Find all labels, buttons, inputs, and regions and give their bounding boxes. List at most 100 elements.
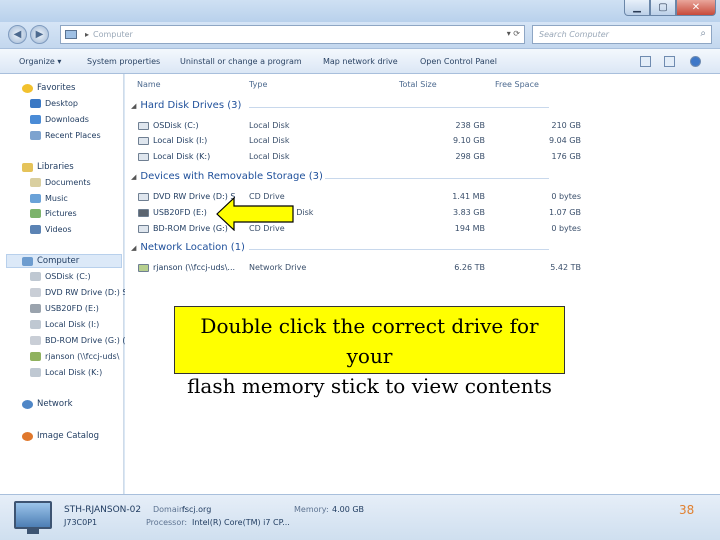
nav-pictures[interactable]: Pictures xyxy=(30,209,77,218)
nav-videos-label: Videos xyxy=(45,225,72,234)
pointer-arrow-icon xyxy=(216,197,294,231)
drive-row[interactable]: Local Disk (K:) Local Disk 298 GB 176 GB xyxy=(125,150,720,165)
title-bar: ▁ ▢ ✕ xyxy=(0,0,720,22)
hard-disk-icon xyxy=(30,368,41,377)
network-drive-icon xyxy=(138,264,149,272)
domain-value: fscj.org xyxy=(182,505,212,514)
drive-row[interactable]: OSDisk (C:) Local Disk 238 GB 210 GB xyxy=(125,119,720,134)
collapse-icon: ◢ xyxy=(131,172,137,181)
search-icon[interactable]: ⌕ xyxy=(700,28,706,39)
column-header-name[interactable]: Name xyxy=(137,80,161,89)
nav-drive-osdisk[interactable]: OSDisk (C:) xyxy=(30,272,91,281)
drive-name: USB20FD (E:) xyxy=(153,208,207,217)
hard-disk-icon xyxy=(30,320,41,329)
minimize-button[interactable]: ▁ xyxy=(624,0,650,16)
nav-drive-label: Local Disk (K:) xyxy=(45,368,103,377)
navigation-bar: ◀ ▶ ▸ Computer ▾ ⟳ Search Computer ⌕ xyxy=(0,22,720,48)
nav-drive-label: BD-ROM Drive (G:) ( xyxy=(45,336,126,345)
preview-pane-icon[interactable] xyxy=(664,56,675,67)
drive-total-size: 3.83 GB xyxy=(452,208,485,217)
nav-videos[interactable]: Videos xyxy=(30,225,72,234)
nav-drive-bdrom[interactable]: BD-ROM Drive (G:) ( xyxy=(30,336,126,345)
instruction-callout: Double click the correct drive for your … xyxy=(174,306,565,398)
star-icon xyxy=(22,83,33,93)
drive-type: Local Disk xyxy=(249,152,290,161)
drive-row[interactable]: BD-ROM Drive (G:) CD Drive 194 MB 0 byte… xyxy=(125,222,720,237)
forward-button[interactable]: ▶ xyxy=(30,25,49,44)
hard-disk-icon xyxy=(138,153,149,161)
group-title: Network Location (1) xyxy=(140,242,245,253)
bd-rom-drive-icon xyxy=(138,225,149,233)
organize-button[interactable]: Organize ▾ xyxy=(19,57,61,66)
nav-drive-local-i[interactable]: Local Disk (I:) xyxy=(30,320,99,329)
open-control-panel-button[interactable]: Open Control Panel xyxy=(420,57,497,66)
nav-favorites[interactable]: Favorites xyxy=(22,83,75,93)
nav-downloads-label: Downloads xyxy=(45,115,89,124)
nav-computer-label: Computer xyxy=(37,256,80,266)
bd-rom-drive-icon xyxy=(30,336,41,345)
view-options-icon[interactable] xyxy=(640,56,651,67)
map-network-drive-button[interactable]: Map network drive xyxy=(323,57,398,66)
network-icon xyxy=(22,399,33,409)
group-removable-storage[interactable]: ◢ Devices with Removable Storage (3) xyxy=(131,171,323,182)
nav-drive-label: Local Disk (I:) xyxy=(45,320,100,329)
nav-network[interactable]: Network xyxy=(22,399,73,409)
drive-free-space: 176 GB xyxy=(551,152,582,161)
uninstall-program-button[interactable]: Uninstall or change a program xyxy=(180,57,302,66)
drive-total-size: 298 GB xyxy=(455,152,486,161)
breadcrumb-computer[interactable]: Computer xyxy=(93,30,133,39)
nav-drive-network[interactable]: rjanson (\\fccj-uds\ xyxy=(30,352,119,361)
nav-drive-usb[interactable]: USB20FD (E:) xyxy=(30,304,99,313)
callout-line-2: flash memory stick to view contents xyxy=(187,374,552,398)
column-header-type[interactable]: Type xyxy=(249,80,267,89)
dvd-drive-icon xyxy=(30,288,41,297)
drive-row[interactable]: DVD RW Drive (D:) S CD Drive 1.41 MB 0 b… xyxy=(125,190,720,205)
group-divider xyxy=(249,249,549,250)
nav-libraries[interactable]: Libraries xyxy=(22,162,74,172)
column-header-total-size[interactable]: Total Size xyxy=(399,80,437,89)
command-toolbar: Organize ▾ System properties Uninstall o… xyxy=(0,48,720,74)
memory-label: Memory: xyxy=(294,505,329,514)
drive-row-usb[interactable]: USB20FD (E:) Removable Disk 3.83 GB 1.07… xyxy=(125,206,720,221)
nav-drive-local-k[interactable]: Local Disk (K:) xyxy=(30,368,102,377)
drive-name: OSDisk (C:) xyxy=(153,121,199,130)
nav-recent-label: Recent Places xyxy=(45,131,101,140)
group-hard-disk-drives[interactable]: ◢ Hard Disk Drives (3) xyxy=(131,100,241,111)
nav-image-catalog[interactable]: Image Catalog xyxy=(22,431,99,441)
back-button[interactable]: ◀ xyxy=(8,25,27,44)
nav-drive-dvd[interactable]: DVD RW Drive (D:) S xyxy=(30,288,127,297)
details-pane: STH-RJANSON-02 J73C0P1 Domain: fscj.org … xyxy=(0,494,720,540)
drive-row[interactable]: rjanson (\\fccj-uds\... Network Drive 6.… xyxy=(125,261,720,276)
nav-documents-label: Documents xyxy=(45,178,91,187)
group-network-location[interactable]: ◢ Network Location (1) xyxy=(131,242,245,253)
system-properties-button[interactable]: System properties xyxy=(87,57,160,66)
slide-page-number: 38 xyxy=(679,503,695,517)
nav-music[interactable]: Music xyxy=(30,194,68,203)
address-bar[interactable]: ▸ Computer ▾ ⟳ xyxy=(60,25,525,44)
nav-documents[interactable]: Documents xyxy=(30,178,91,187)
nav-libraries-label: Libraries xyxy=(37,162,74,172)
nav-recent-places[interactable]: Recent Places xyxy=(30,131,101,140)
drive-row[interactable]: Local Disk (I:) Local Disk 9.10 GB 9.04 … xyxy=(125,134,720,149)
computer-stand xyxy=(27,529,39,534)
help-icon[interactable] xyxy=(690,56,701,67)
nav-downloads[interactable]: Downloads xyxy=(30,115,89,124)
address-dropdown-refresh-icon[interactable]: ▾ ⟳ xyxy=(507,29,520,38)
column-header-free-space[interactable]: Free Space xyxy=(495,80,539,89)
nav-network-label: Network xyxy=(37,399,73,409)
drive-total-size: 6.26 TB xyxy=(454,263,485,272)
nav-image-catalog-label: Image Catalog xyxy=(37,431,99,441)
memory-value: 4.00 GB xyxy=(332,505,365,514)
hard-disk-icon xyxy=(30,272,41,281)
nav-desktop[interactable]: Desktop xyxy=(30,99,78,108)
drive-total-size: 194 MB xyxy=(454,224,485,233)
nav-drive-label: OSDisk (C:) xyxy=(45,272,91,281)
maximize-button[interactable]: ▢ xyxy=(650,0,676,16)
callout-line-1: Double click the correct drive for your xyxy=(200,314,539,368)
close-button[interactable]: ✕ xyxy=(676,0,716,16)
drive-type: Local Disk xyxy=(249,136,290,145)
search-input[interactable]: Search Computer ⌕ xyxy=(532,25,712,44)
nav-drive-label: USB20FD (E:) xyxy=(45,304,99,313)
search-placeholder: Search Computer xyxy=(539,30,609,39)
nav-computer[interactable]: Computer xyxy=(22,256,79,266)
